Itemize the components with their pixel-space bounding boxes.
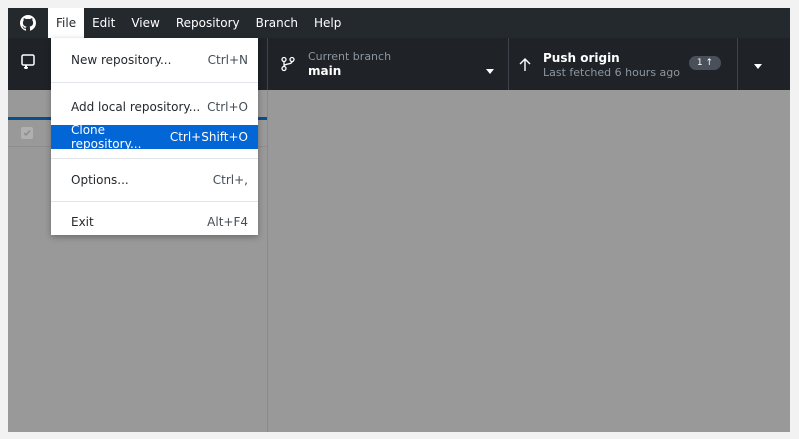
menu-item-shortcut: Ctrl+Shift+O [169, 130, 248, 144]
push-origin-button[interactable]: Push origin Last fetched 6 hours ago 1 ↑ [508, 38, 737, 90]
menu-item-label: Clone repository... [71, 123, 142, 151]
menu-repository[interactable]: Repository [168, 8, 248, 38]
arrow-up-icon [519, 57, 531, 71]
menu-item-label: Add local repository... [71, 100, 201, 114]
menu-item-add-local-repository[interactable]: Add local repository... Ctrl+O [51, 95, 258, 119]
select-all-checkbox [21, 127, 33, 139]
menu-item-label: Options... [71, 173, 129, 187]
github-logo-icon [8, 8, 48, 38]
caret-down-icon [486, 60, 494, 79]
menu-view[interactable]: View [123, 8, 167, 38]
menu-separator [51, 158, 258, 159]
push-subtitle: Last fetched 6 hours ago [543, 65, 681, 79]
menu-separator [51, 82, 258, 83]
branch-text: Current branch main [308, 50, 391, 79]
menu-item-label: Exit [71, 215, 94, 229]
menu-item-clone-repository[interactable]: Clone repository... Ctrl+Shift+O [51, 123, 258, 151]
menu-separator [51, 201, 258, 202]
menu-item-label: New repository... [71, 53, 172, 67]
menu-branch[interactable]: Branch [248, 8, 306, 38]
app-window: File Edit View Repository Branch Help Cu… [8, 8, 790, 432]
menu-file[interactable]: File [48, 8, 85, 38]
menu-item-options[interactable]: Options... Ctrl+, [51, 168, 258, 192]
push-text: Push origin Last fetched 6 hours ago [543, 50, 680, 79]
branch-name: main [308, 63, 342, 78]
menu-help[interactable]: Help [306, 8, 349, 38]
menu-item-shortcut: Ctrl+O [207, 100, 248, 114]
ahead-count-badge: 1 ↑ [688, 56, 721, 70]
current-branch-button[interactable]: Current branch main [267, 38, 508, 90]
current-repository-button[interactable] [8, 38, 48, 90]
menu-item-shortcut: Alt+F4 [207, 215, 248, 229]
caret-down-icon [754, 55, 762, 74]
menu-item-shortcut: Ctrl+N [207, 53, 248, 67]
push-options-button[interactable] [737, 38, 778, 90]
menu-item-shortcut: Ctrl+, [212, 173, 248, 187]
branch-caption: Current branch [308, 49, 392, 63]
git-branch-icon [280, 56, 296, 72]
push-title: Push origin [543, 50, 620, 65]
menu-item-exit[interactable]: Exit Alt+F4 [51, 210, 258, 234]
menu-edit[interactable]: Edit [84, 8, 123, 38]
menu-bar: File Edit View Repository Branch Help [8, 8, 790, 38]
file-menu: New repository... Ctrl+N Add local repos… [51, 38, 258, 235]
repository-icon [21, 54, 35, 74]
menu-item-new-repository[interactable]: New repository... Ctrl+N [51, 48, 258, 72]
